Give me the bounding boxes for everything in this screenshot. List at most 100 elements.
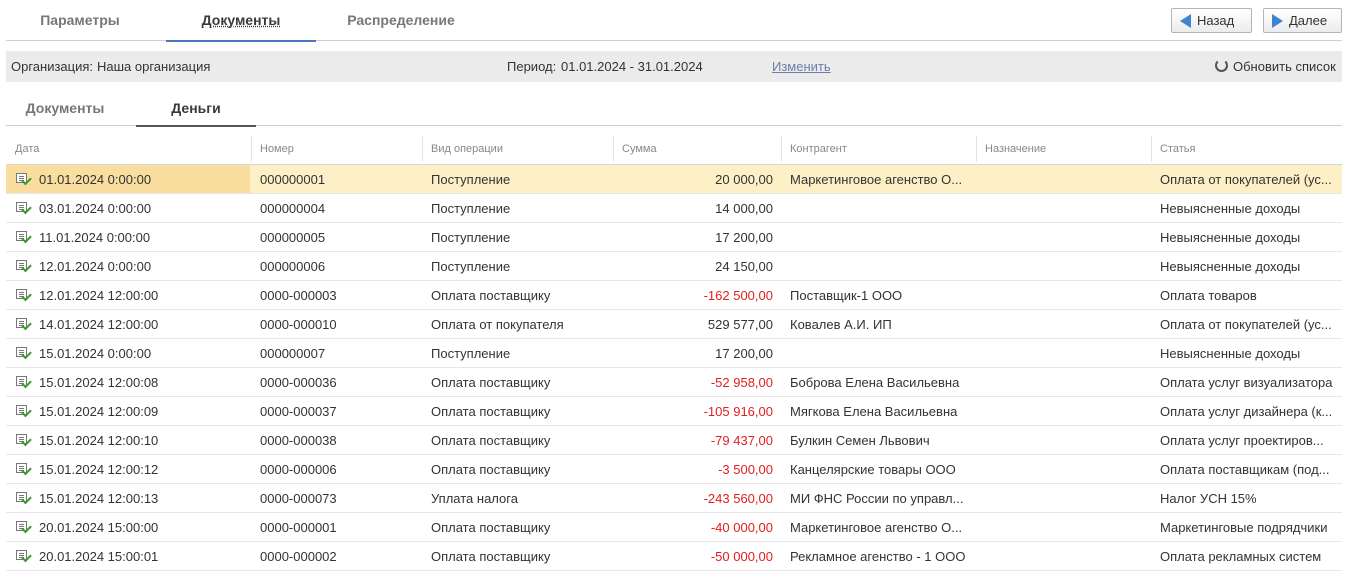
- cell-amount[interactable]: 14 000,00: [614, 194, 773, 222]
- cell-operation[interactable]: Поступление: [431, 339, 609, 367]
- table-row[interactable]: 15.01.2024 12:00:09 0000-000037 Оплата пос…: [6, 397, 1342, 426]
- cell-purpose[interactable]: [985, 252, 1145, 280]
- cell-date[interactable]: 15.01.2024 12:00:12: [6, 455, 250, 483]
- cell-date[interactable]: 15.01.2024 12:00:08: [6, 368, 250, 396]
- cell-purpose[interactable]: [985, 310, 1145, 338]
- cell-number[interactable]: 000000006: [260, 252, 415, 280]
- cell-article[interactable]: Невыясненные доходы: [1160, 252, 1338, 280]
- cell-amount[interactable]: -105 916,00: [614, 397, 773, 425]
- cell-operation[interactable]: Оплата поставщику: [431, 455, 609, 483]
- tab-parameters[interactable]: Параметры: [6, 12, 154, 40]
- cell-counterparty[interactable]: Канцелярские товары ООО: [790, 455, 970, 483]
- col-counterparty[interactable]: Контрагент: [790, 143, 847, 155]
- cell-purpose[interactable]: [985, 339, 1145, 367]
- cell-amount[interactable]: -52 958,00: [614, 368, 773, 396]
- cell-number[interactable]: 0000-000006: [260, 455, 415, 483]
- cell-purpose[interactable]: [985, 513, 1145, 541]
- cell-article[interactable]: Оплата услуг визуализатора: [1160, 368, 1338, 396]
- col-divider[interactable]: [781, 136, 782, 162]
- table-row[interactable]: 11.01.2024 0:00:00 000000005 Поступление 17…: [6, 223, 1342, 252]
- cell-number[interactable]: 000000001: [260, 165, 415, 193]
- col-number[interactable]: Номер: [260, 143, 294, 155]
- cell-operation[interactable]: Оплата поставщику: [431, 281, 609, 309]
- cell-operation[interactable]: Оплата поставщику: [431, 397, 609, 425]
- cell-amount[interactable]: -79 437,00: [614, 426, 773, 454]
- cell-date[interactable]: 03.01.2024 0:00:00: [6, 194, 250, 222]
- cell-date[interactable]: 11.01.2024 0:00:00: [6, 223, 250, 251]
- cell-counterparty[interactable]: Маркетинговое агенство О...: [790, 513, 970, 541]
- table-row[interactable]: 15.01.2024 0:00:00 000000007 Поступление 17…: [6, 339, 1342, 368]
- cell-date[interactable]: 15.01.2024 12:00:13: [6, 484, 250, 512]
- col-operation[interactable]: Вид операции: [431, 143, 503, 155]
- cell-number[interactable]: 0000-000001: [260, 513, 415, 541]
- cell-article[interactable]: Налог УСН 15%: [1160, 484, 1338, 512]
- cell-article[interactable]: Оплата от покупателей (ус...: [1160, 165, 1338, 193]
- cell-article[interactable]: Маркетинговые подрядчики: [1160, 513, 1338, 541]
- cell-counterparty[interactable]: Маркетинговое агенство О...: [790, 165, 970, 193]
- table-row[interactable]: 12.01.2024 12:00:00 0000-000003 Оплата пос…: [6, 281, 1342, 310]
- cell-number[interactable]: 000000007: [260, 339, 415, 367]
- cell-amount[interactable]: 529 577,00: [614, 310, 773, 338]
- cell-date[interactable]: 14.01.2024 12:00:00: [6, 310, 250, 338]
- col-divider[interactable]: [613, 136, 614, 162]
- cell-article[interactable]: Оплата поставщикам (под...: [1160, 455, 1338, 483]
- table-row[interactable]: 14.01.2024 12:00:00 0000-000010 Оплата от …: [6, 310, 1342, 339]
- cell-number[interactable]: 000000004: [260, 194, 415, 222]
- table-row[interactable]: 20.01.2024 15:00:01 0000-000002 Оплата пос…: [6, 542, 1342, 571]
- cell-date[interactable]: 20.01.2024 15:00:00: [6, 513, 250, 541]
- cell-counterparty[interactable]: [790, 252, 970, 280]
- cell-purpose[interactable]: [985, 223, 1145, 251]
- cell-number[interactable]: 0000-000037: [260, 397, 415, 425]
- cell-counterparty[interactable]: МИ ФНС России по управл...: [790, 484, 970, 512]
- cell-operation[interactable]: Оплата поставщику: [431, 513, 609, 541]
- cell-operation[interactable]: Поступление: [431, 223, 609, 251]
- cell-purpose[interactable]: [985, 484, 1145, 512]
- cell-purpose[interactable]: [985, 194, 1145, 222]
- table-row[interactable]: 12.01.2024 0:00:00 000000006 Поступление 24…: [6, 252, 1342, 281]
- cell-purpose[interactable]: [985, 426, 1145, 454]
- col-purpose[interactable]: Назначение: [985, 143, 1046, 155]
- cell-article[interactable]: Невыясненные доходы: [1160, 194, 1338, 222]
- cell-amount[interactable]: 17 200,00: [614, 339, 773, 367]
- cell-date[interactable]: 12.01.2024 0:00:00: [6, 252, 250, 280]
- subtab-money[interactable]: Деньги: [136, 100, 256, 127]
- cell-article[interactable]: Невыясненные доходы: [1160, 339, 1338, 367]
- cell-operation[interactable]: Оплата поставщику: [431, 542, 609, 570]
- cell-number[interactable]: 0000-000073: [260, 484, 415, 512]
- table-row[interactable]: 01.01.2024 0:00:00 000000001 Поступление 20…: [6, 165, 1342, 194]
- table-row[interactable]: 15.01.2024 12:00:08 0000-000036 Оплата пос…: [6, 368, 1342, 397]
- cell-purpose[interactable]: [985, 281, 1145, 309]
- cell-article[interactable]: Оплата от покупателей (ус...: [1160, 310, 1338, 338]
- cell-counterparty[interactable]: Ковалев А.И. ИП: [790, 310, 970, 338]
- cell-operation[interactable]: Уплата налога: [431, 484, 609, 512]
- cell-purpose[interactable]: [985, 542, 1145, 570]
- cell-date[interactable]: 15.01.2024 0:00:00: [6, 339, 250, 367]
- cell-counterparty[interactable]: Поставщик-1 ООО: [790, 281, 970, 309]
- table-row[interactable]: 03.01.2024 0:00:00 000000004 Поступление 14…: [6, 194, 1342, 223]
- cell-number[interactable]: 0000-000010: [260, 310, 415, 338]
- cell-counterparty[interactable]: Булкин Семен Львович: [790, 426, 970, 454]
- refresh-list-button[interactable]: Обновить список: [1215, 59, 1336, 74]
- cell-counterparty[interactable]: Мягкова Елена Васильевна: [790, 397, 970, 425]
- cell-number[interactable]: 0000-000003: [260, 281, 415, 309]
- cell-purpose[interactable]: [985, 368, 1145, 396]
- cell-number[interactable]: 0000-000036: [260, 368, 415, 396]
- cell-counterparty[interactable]: [790, 194, 970, 222]
- cell-purpose[interactable]: [985, 455, 1145, 483]
- cell-article[interactable]: Оплата товаров: [1160, 281, 1338, 309]
- cell-counterparty[interactable]: [790, 339, 970, 367]
- subtab-documents[interactable]: Документы: [6, 100, 124, 125]
- table-row[interactable]: 15.01.2024 12:00:12 0000-000006 Оплата пос…: [6, 455, 1342, 484]
- col-date[interactable]: Дата: [15, 143, 39, 155]
- cell-purpose[interactable]: [985, 165, 1145, 193]
- cell-number[interactable]: 000000005: [260, 223, 415, 251]
- cell-amount[interactable]: -40 000,00: [614, 513, 773, 541]
- cell-amount[interactable]: -243 560,00: [614, 484, 773, 512]
- cell-amount[interactable]: -3 500,00: [614, 455, 773, 483]
- cell-article[interactable]: Оплата услуг дизайнера (к...: [1160, 397, 1338, 425]
- cell-operation[interactable]: Оплата поставщику: [431, 426, 609, 454]
- cell-article[interactable]: Оплата услуг проектиров...: [1160, 426, 1338, 454]
- cell-operation[interactable]: Оплата от покупателя: [431, 310, 609, 338]
- cell-operation[interactable]: Поступление: [431, 194, 609, 222]
- col-article[interactable]: Статья: [1160, 143, 1195, 155]
